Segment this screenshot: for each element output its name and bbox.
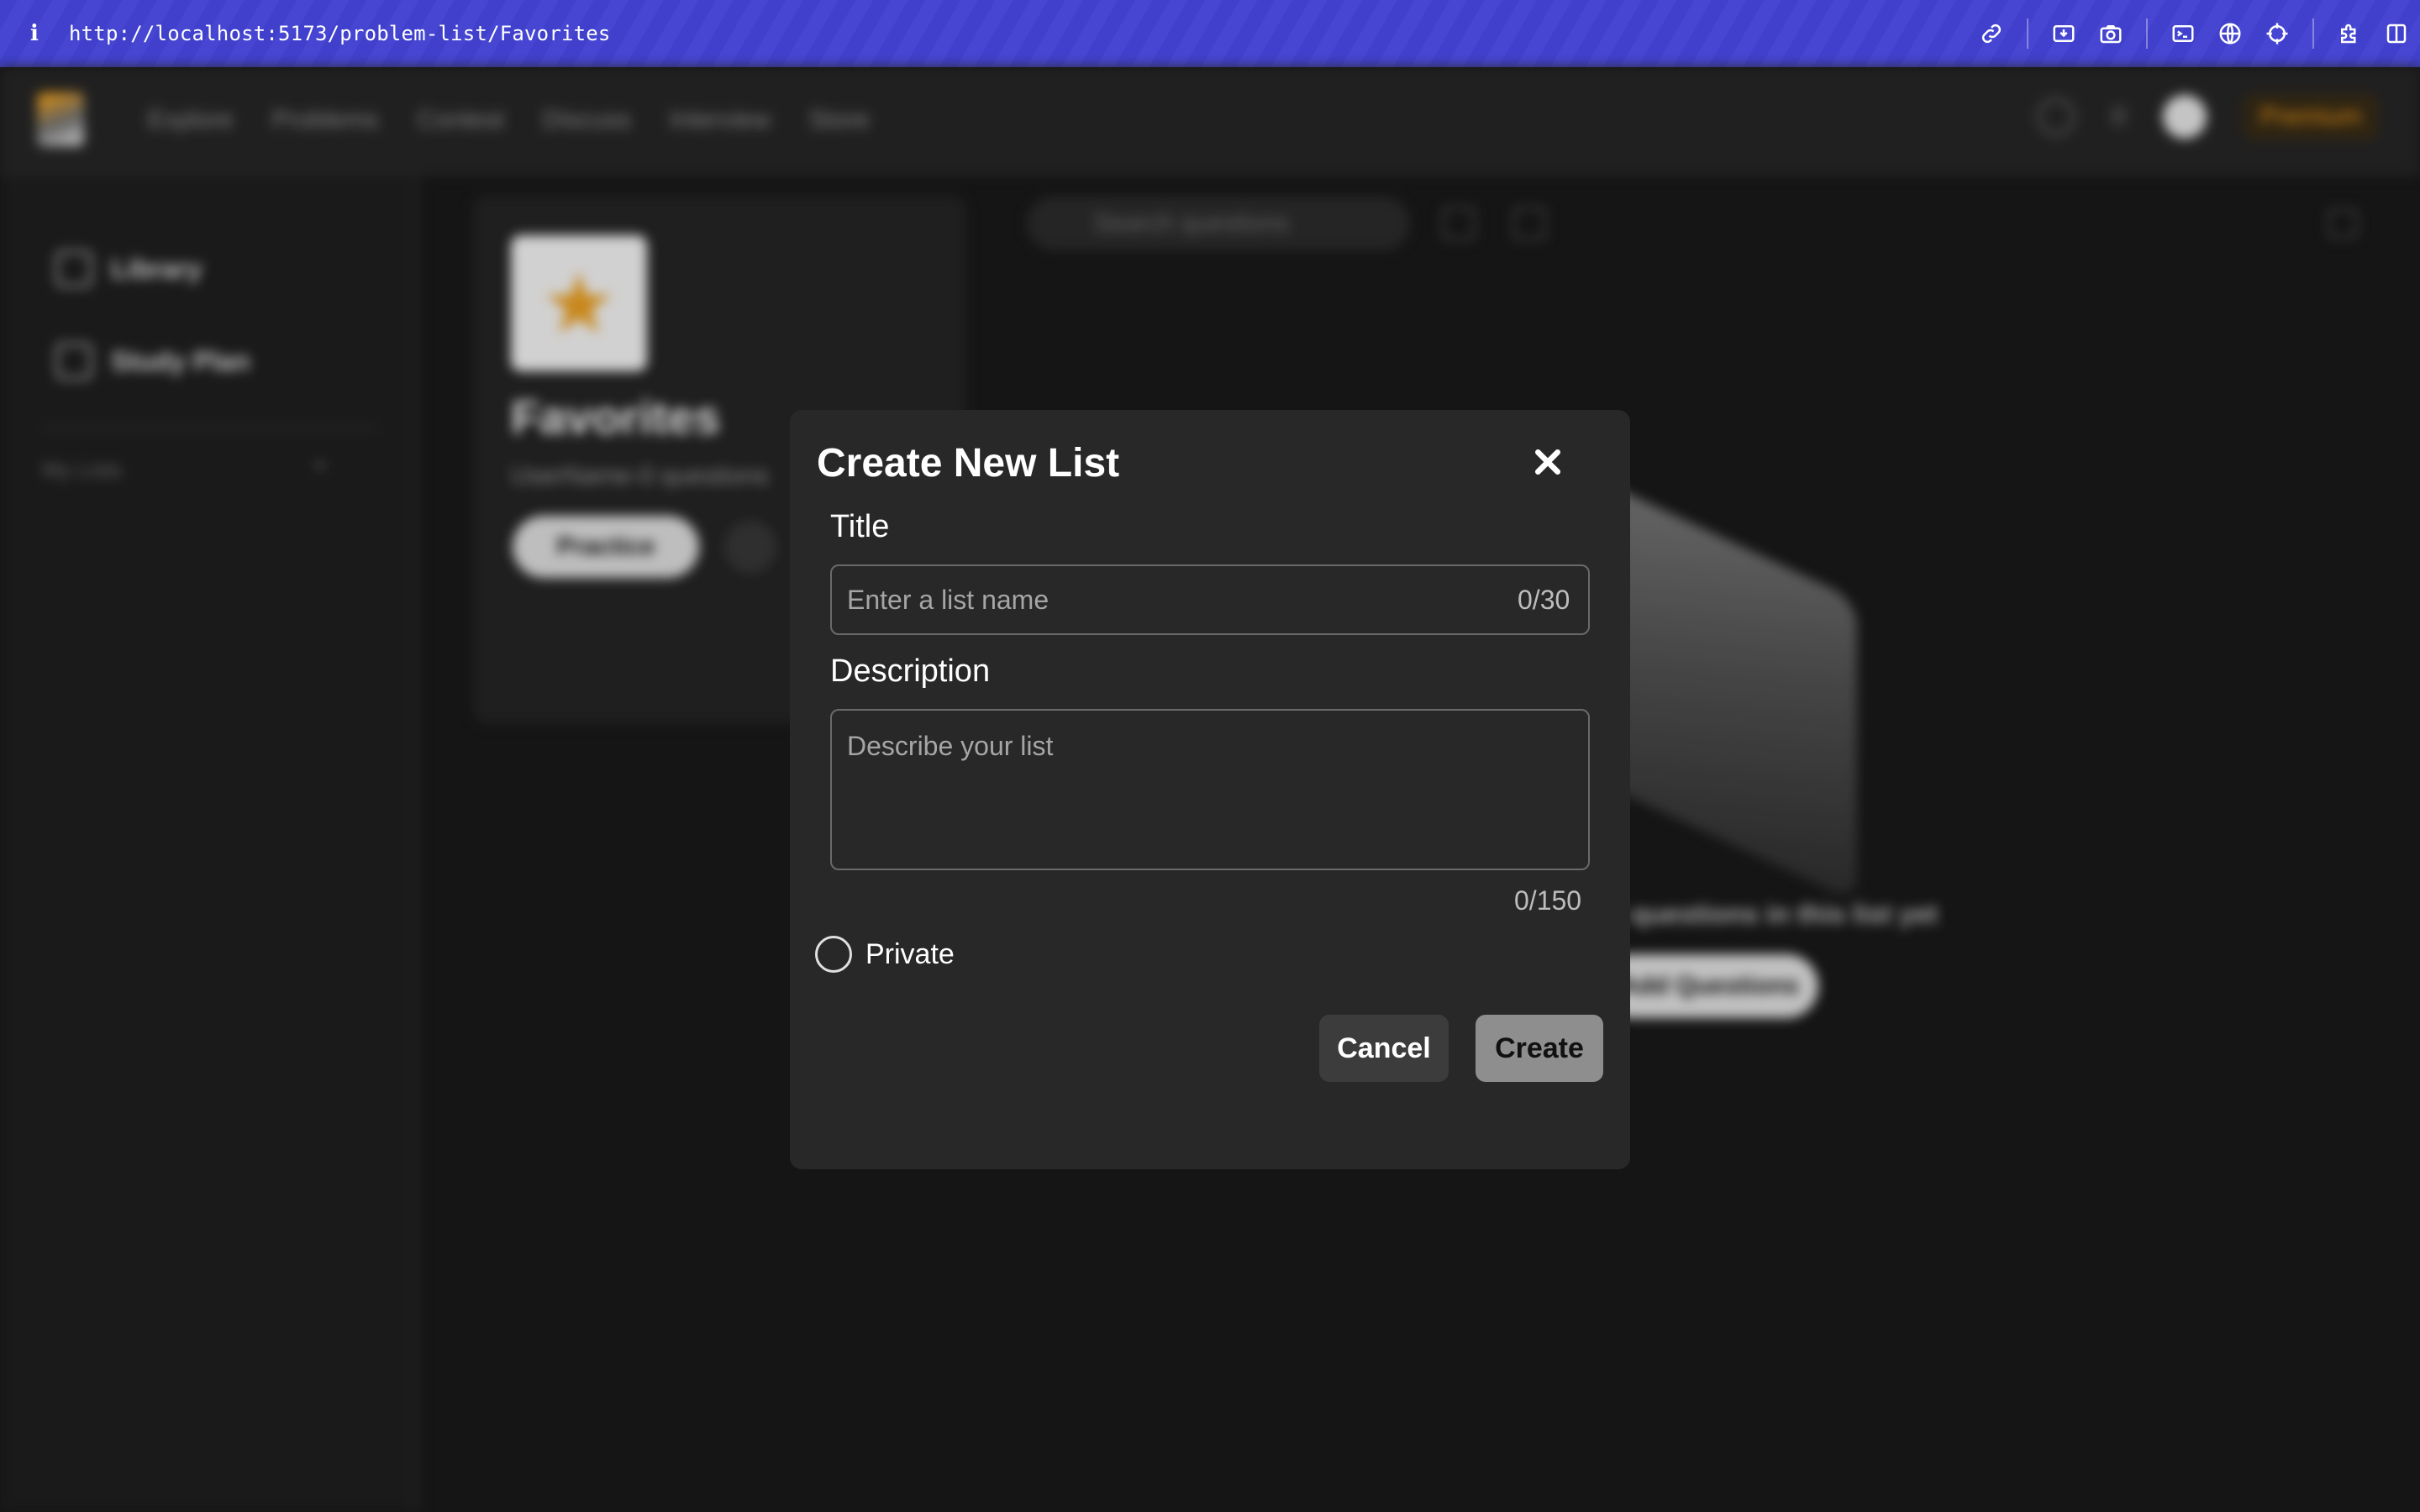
description-label: Description [830, 654, 991, 689]
link-icon[interactable] [1968, 10, 2015, 57]
cancel-button[interactable]: Cancel [1319, 1015, 1449, 1082]
toolbar-divider [2312, 18, 2314, 49]
private-checkbox[interactable] [815, 936, 852, 973]
private-toggle[interactable]: Private [815, 936, 955, 973]
crosshair-icon[interactable] [2254, 10, 2301, 57]
browser-toolbar [1968, 0, 2420, 67]
globe-icon[interactable] [2207, 10, 2254, 57]
dialog-title: Create New List [817, 441, 1120, 486]
description-textarea[interactable] [830, 709, 1590, 870]
close-icon[interactable] [1521, 435, 1575, 489]
title-label: Title [830, 509, 890, 544]
info-icon[interactable]: i [0, 21, 69, 46]
extension-icon[interactable] [2326, 10, 2373, 57]
list-name-input[interactable] [830, 564, 1590, 635]
create-button[interactable]: Create [1476, 1015, 1603, 1082]
create-list-dialog: Create New List Title 0/30 Description 0… [790, 410, 1630, 1169]
browser-url-bar: i http://localhost:5173/problem-list/Fav… [0, 0, 2420, 67]
private-label: Private [865, 937, 955, 970]
toolbar-divider [2146, 18, 2148, 49]
terminal-icon[interactable] [2160, 10, 2207, 57]
camera-icon[interactable] [2087, 10, 2134, 57]
url-text[interactable]: http://localhost:5173/problem-list/Favor… [69, 22, 611, 45]
description-char-counter: 0/150 [1514, 885, 1582, 916]
download-icon[interactable] [2040, 10, 2087, 57]
title-char-counter: 0/30 [1518, 585, 1570, 615]
split-view-icon[interactable] [2373, 10, 2420, 57]
toolbar-divider [2027, 18, 2028, 49]
